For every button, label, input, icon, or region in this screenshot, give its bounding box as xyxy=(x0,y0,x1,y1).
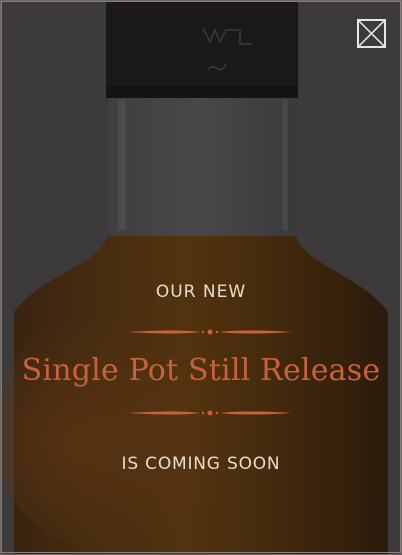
popup-content: OUR NEW Single Pot Still Release IS COMI… xyxy=(0,0,402,555)
age-gate-popup: OUR NEW Single Pot Still Release IS COMI… xyxy=(0,0,402,555)
eyebrow-text: OUR NEW xyxy=(155,282,247,302)
headline-text: Single Pot Still Release xyxy=(21,353,381,388)
subline-text: IS COMING SOON xyxy=(121,454,281,474)
ornament-divider xyxy=(128,410,292,416)
ornament-divider xyxy=(128,329,292,335)
